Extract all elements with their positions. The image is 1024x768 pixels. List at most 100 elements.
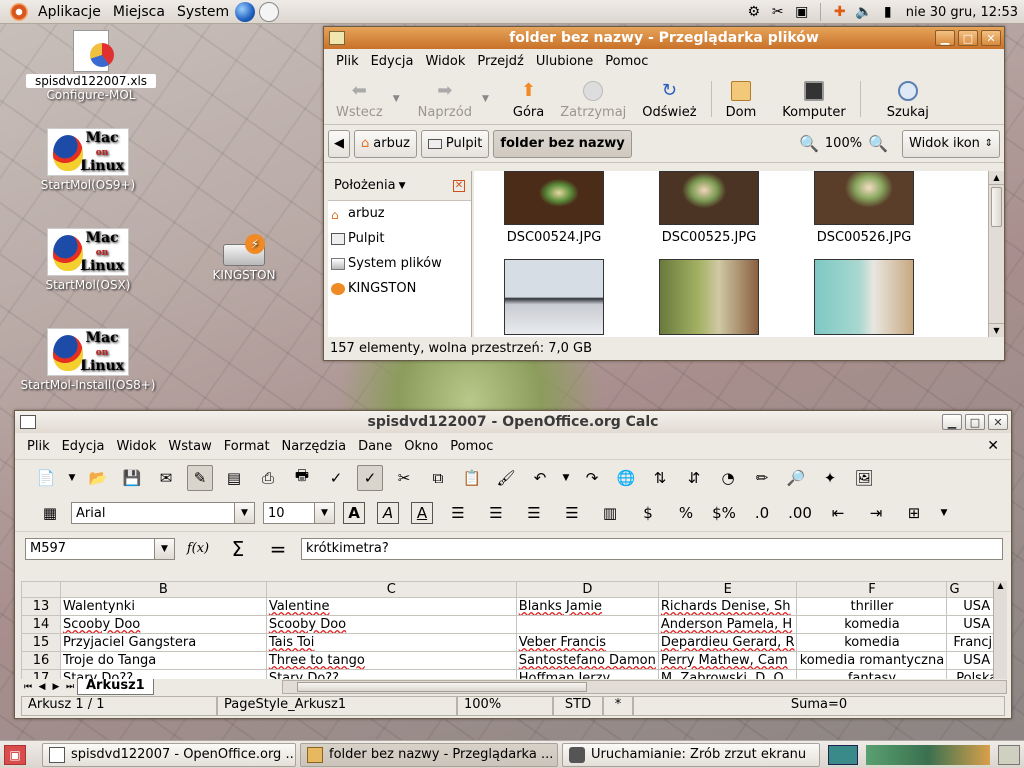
bold-icon[interactable]: A [343, 502, 365, 524]
row-header[interactable]: 14 [21, 615, 61, 634]
menu-bookmarks[interactable]: Ulubione [530, 54, 599, 69]
cell[interactable]: Hoffman Jerzy [515, 669, 659, 679]
cell[interactable]: komedia [796, 615, 948, 634]
desktop-icon-startmol-os9[interactable]: Mac on Linux StartMol(OS9+) [28, 128, 148, 192]
menu-file[interactable]: Plik [21, 439, 56, 454]
row-header[interactable]: 17 [21, 669, 61, 679]
path-button-home[interactable]: ⌂ arbuz [354, 129, 417, 158]
status-page-style[interactable]: PageStyle_Arkusz1 [217, 696, 457, 716]
merge-cells-icon[interactable]: ▥ [597, 500, 623, 526]
forward-button[interactable]: ➡ Naprzód [410, 76, 480, 124]
copy-icon[interactable]: ⧉ [425, 465, 451, 491]
chevron-down-icon[interactable]: ▼ [234, 503, 254, 523]
align-right-icon[interactable]: ☰ [521, 500, 547, 526]
battery-icon[interactable]: ▮ [878, 3, 898, 21]
file-item[interactable] [504, 259, 604, 335]
desktop-icon-startmol-osx[interactable]: Mac on Linux StartMol(OSX) [28, 228, 148, 292]
maximize-button[interactable]: □ [958, 30, 978, 46]
export-pdf-icon[interactable]: ▤ [221, 465, 247, 491]
close-sidebar-icon[interactable]: ✕ [453, 179, 465, 192]
paste-icon[interactable]: 📋 [459, 465, 485, 491]
column-header[interactable]: C [265, 581, 517, 598]
cell[interactable]: Depardieu Gerard, R [657, 633, 798, 652]
spellcheck-icon[interactable]: ✓ [323, 465, 349, 491]
menu-file[interactable]: Plik [330, 54, 365, 69]
path-button-desktop[interactable]: Pulpit [420, 129, 490, 158]
justify-icon[interactable]: ☰ [559, 500, 585, 526]
column-header[interactable]: E [657, 581, 798, 598]
close-button[interactable]: ✕ [981, 30, 1001, 46]
panel-menu-applications[interactable]: Aplikacje [32, 4, 107, 20]
last-sheet-icon[interactable]: ⏭ [63, 682, 77, 692]
menu-tools[interactable]: Narzędzia [276, 439, 353, 454]
spreadsheet-grid[interactable]: B C D E F G 13 Walentynki Valentine Blan… [21, 581, 1007, 679]
sheet-tab-active[interactable]: Arkusz1 [77, 679, 154, 695]
sidebar-item-home[interactable]: ⌂ arbuz [328, 201, 471, 226]
desktop-icon-kingston[interactable]: ⚡ KINGSTON [196, 234, 292, 282]
sidebar-item-desktop[interactable]: Pulpit [328, 226, 471, 251]
gallery-icon[interactable]: 🖼 [851, 465, 877, 491]
maximize-button[interactable]: □ [965, 414, 985, 430]
file-item[interactable] [814, 259, 914, 335]
align-center-icon[interactable]: ☰ [483, 500, 509, 526]
tools-icon[interactable]: ✂ [768, 3, 788, 21]
menu-view[interactable]: Widok [110, 439, 162, 454]
mail-launcher-icon[interactable] [259, 1, 280, 22]
ubuntu-logo-icon[interactable] [10, 2, 28, 21]
row-header[interactable]: 13 [21, 597, 61, 616]
chart-icon[interactable]: ◔ [715, 465, 741, 491]
cell[interactable]: Stary Do?? [265, 669, 517, 679]
volume-icon[interactable]: 🔈 [854, 3, 874, 21]
font-name-select[interactable]: Arial ▼ [71, 502, 255, 524]
underline-icon[interactable]: A [411, 502, 433, 524]
row-header[interactable]: 15 [21, 633, 61, 652]
remove-decimal-icon[interactable]: .00 [787, 500, 813, 526]
edit-mode-icon[interactable]: ✎ [187, 464, 213, 491]
stop-button[interactable]: Zatrzymaj [552, 76, 634, 124]
close-document-icon[interactable]: ✕ [981, 438, 1005, 454]
scrollbar-thumb[interactable] [991, 187, 1002, 227]
sort-descending-icon[interactable]: ⇵ [681, 465, 707, 491]
taskbar-file-browser[interactable]: folder bez nazwy - Przeglądarka ... [300, 742, 558, 767]
view-mode-select[interactable]: Widok ikon ⇕ [902, 129, 1000, 158]
print-icon[interactable]: ⎙ [255, 465, 281, 491]
cell[interactable]: komedia [796, 633, 948, 652]
back-button[interactable]: ⬅ Wstecz [328, 76, 391, 124]
cell[interactable]: Przyjaciel Gangstera [59, 633, 267, 652]
cut-icon[interactable]: ✂ [391, 465, 417, 491]
taskbar-calc[interactable]: spisdvd122007 - OpenOffice.org ... [42, 742, 296, 767]
minimize-button[interactable]: ▁ [935, 30, 955, 46]
cell[interactable]: Valentine [265, 597, 517, 616]
column-header[interactable]: D [515, 581, 659, 598]
font-size-select[interactable]: 10 ▼ [263, 502, 335, 524]
search-button[interactable]: Szukaj [879, 76, 937, 124]
desktop-icon-spreadsheet[interactable]: spisdvd122007.xls Configure-MOL [26, 30, 156, 102]
chevron-down-icon[interactable]: ▼ [314, 503, 334, 523]
prev-sheet-icon[interactable]: ◀ [35, 682, 49, 692]
standard-format-icon[interactable]: $% [711, 500, 737, 526]
hyperlink-icon[interactable]: 🌐 [613, 465, 639, 491]
file-item[interactable]: DSC00525.JPG [659, 171, 759, 245]
grid-vertical-scrollbar[interactable]: ▲ [993, 581, 1007, 679]
menu-go[interactable]: Przejdź [471, 54, 529, 69]
minimize-button[interactable]: ▁ [942, 414, 962, 430]
status-selection-mode[interactable]: STD [553, 696, 603, 716]
scroll-up-icon[interactable]: ▲ [989, 171, 1004, 185]
scrollbar-thumb[interactable] [296, 682, 587, 692]
up-button[interactable]: ⬆ Góra [505, 76, 552, 124]
undo-icon[interactable]: ↶ [527, 465, 553, 491]
percent-icon[interactable]: % [673, 500, 699, 526]
clock[interactable]: nie 30 gru, 12:53 [906, 5, 1018, 20]
cell[interactable]: M. Zabrowski, D. O [657, 669, 798, 679]
cell[interactable]: Scooby Doo [59, 615, 267, 634]
currency-icon[interactable]: $ [635, 500, 661, 526]
cell[interactable]: Scooby Doo [265, 615, 517, 634]
cell[interactable]: Anderson Pamela, H [657, 615, 798, 634]
taskbar-screenshot[interactable]: Uruchamianie: Zrób zrzut ekranu [562, 742, 820, 767]
menu-edit[interactable]: Edycja [56, 439, 111, 454]
stylist-icon[interactable]: ▦ [37, 500, 63, 526]
sum-icon[interactable]: Σ [225, 536, 251, 562]
draw-functions-icon[interactable]: ✏ [749, 465, 775, 491]
sidebar-item-filesystem[interactable]: System plików [328, 251, 471, 276]
icon-view-scrollbar[interactable]: ▲ ▼ [988, 171, 1004, 337]
